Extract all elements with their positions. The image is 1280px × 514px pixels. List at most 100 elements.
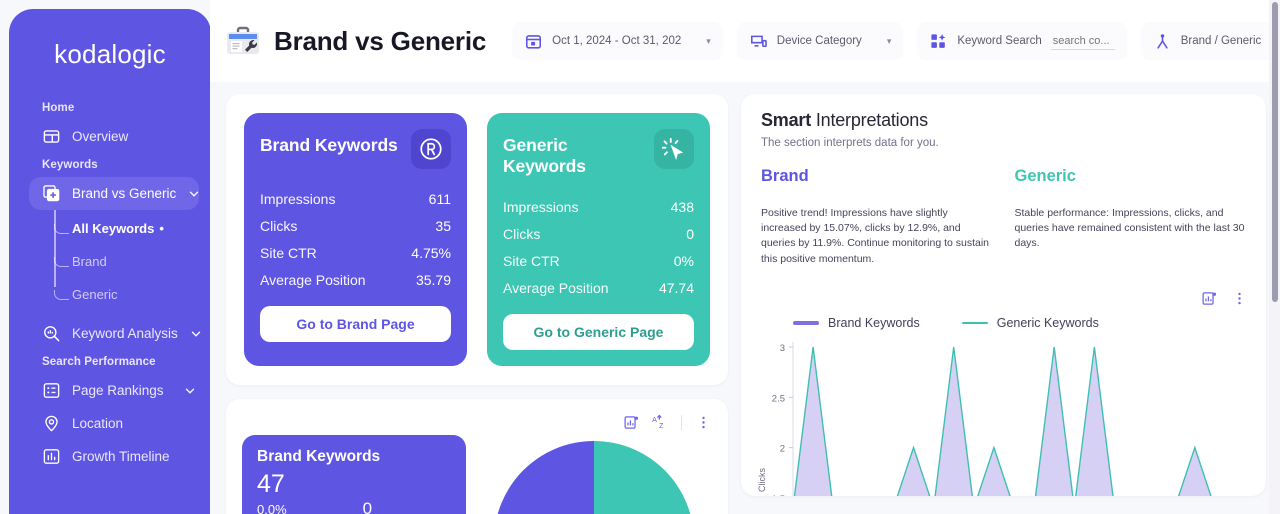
location-pin-icon	[42, 414, 61, 433]
metric-row: Average Position 47.74	[503, 274, 694, 301]
keyword-search-label: Keyword Search	[957, 35, 1042, 47]
vertical-scrollbar[interactable]	[1269, 0, 1280, 514]
search-input[interactable]	[1050, 32, 1115, 50]
brand-generic-icon	[42, 184, 61, 203]
metric-value: 35	[435, 217, 451, 234]
clicks-chart: Brand Keywords Generic Keywords 3 2.5 2 1.5…	[755, 316, 1250, 496]
svg-text:2.5: 2.5	[772, 393, 785, 404]
smart-columns: Brand Positive trend! Impressions have s…	[761, 167, 1246, 267]
toolbar-divider	[681, 414, 682, 430]
toolbox-icon	[224, 22, 262, 60]
metric-row: Impressions 438	[503, 193, 694, 220]
generic-keywords-card: Generic Keywords Impressions 438 Clicks …	[487, 113, 710, 366]
donut-chart-wrap: 31.3%	[476, 435, 712, 514]
smart-subtitle: The section interprets data for you.	[761, 137, 939, 149]
sidebar-item-keyword-analysis[interactable]: Keyword Analysis	[9, 317, 211, 350]
left-column: Brand Keywords Impressions 611 Clicks 35…	[226, 94, 728, 514]
sidebar-item-location[interactable]: Location	[9, 407, 211, 440]
device-icon	[749, 32, 768, 51]
chart-toggle-icon[interactable]	[1201, 290, 1218, 307]
device-category-label: Device Category	[776, 35, 862, 47]
legend-item-generic[interactable]: Generic Keywords	[961, 316, 1099, 330]
content-area: Brand Keywords Impressions 611 Clicks 35…	[210, 82, 1280, 514]
chart-toggle-icon[interactable]	[623, 414, 640, 431]
sidebar-item-label: Page Rankings	[72, 383, 164, 398]
smart-heading-generic: Generic	[1014, 167, 1076, 185]
sidebar-item-page-rankings[interactable]: Page Rankings	[9, 374, 211, 407]
sidebar-subitem-label: Generic	[72, 287, 118, 302]
metric-value: 4.75%	[411, 244, 451, 261]
app-logo: kodalogic	[54, 39, 166, 69]
date-range-filter[interactable]: Oct 1, 2024 - Oct 31, 202 ▾	[512, 22, 723, 60]
smart-interpretations-card: Smart Interpretations The section interp…	[741, 94, 1266, 496]
metric-value: 0	[686, 225, 694, 242]
sidebar-item-overview[interactable]: Overview	[9, 120, 211, 153]
sort-alpha-icon[interactable]: A Z	[651, 414, 668, 431]
keyword-search-filter[interactable]: Keyword Search	[917, 22, 1127, 60]
mini-kpi-secondary: 0	[362, 499, 373, 514]
keyword-analysis-icon	[42, 324, 61, 343]
brand-keywords-card: Brand Keywords Impressions 611 Clicks 35…	[244, 113, 467, 366]
chevron-down-icon[interactable]	[183, 384, 197, 398]
smart-title-bold: Smart	[761, 110, 812, 130]
top-bar: Brand vs Generic Oct 1, 2024 - Oct 31, 2…	[210, 0, 1280, 82]
card-title: Brand Keywords	[260, 135, 398, 155]
more-options-icon[interactable]	[695, 414, 712, 431]
sidebar-item-brand-vs-generic[interactable]: Brand vs Generic	[29, 177, 199, 210]
svg-text:3: 3	[780, 343, 785, 354]
brand-distribution-card: A Z Brand Keywords 47 0.0% 0	[226, 399, 728, 514]
sidebar-item-label: Brand vs Generic	[72, 186, 177, 201]
more-options-icon[interactable]	[1231, 290, 1248, 307]
card-toolbar: A Z	[242, 407, 712, 433]
device-category-filter[interactable]: Device Category ▾	[736, 22, 904, 60]
growth-timeline-icon	[42, 447, 61, 466]
cursor-click-icon	[654, 129, 694, 169]
chevron-down-icon[interactable]	[187, 187, 201, 201]
chevron-down-icon[interactable]: ▾	[706, 36, 711, 47]
metric-label: Impressions	[503, 198, 579, 215]
svg-text:Z: Z	[659, 422, 664, 430]
svg-text:A: A	[652, 415, 657, 423]
mini-kpi-title: Brand Keywords	[257, 448, 381, 465]
go-to-generic-page-button[interactable]: Go to Generic Page	[503, 314, 694, 350]
smart-heading-brand: Brand	[761, 167, 809, 185]
nav-section-keywords: Keywords	[42, 159, 98, 171]
smart-column-generic: Generic Stable performance: Impressions,…	[1015, 167, 1247, 267]
app-root: kodalogic Home Overview Keywords Brand v…	[0, 0, 1280, 514]
sidebar-subitem-brand[interactable]: Brand	[56, 245, 211, 278]
sidebar-subitem-label: All Keywords	[72, 221, 155, 236]
donut-chart: 31.3%	[494, 441, 694, 514]
mini-kpi-brand-keywords: Brand Keywords 47 0.0% 0	[242, 435, 466, 514]
page-rankings-icon	[42, 381, 61, 400]
main-area: Brand vs Generic Oct 1, 2024 - Oct 31, 2…	[210, 0, 1280, 514]
chevron-down-icon[interactable]	[189, 327, 203, 341]
sidebar-subitem-all-keywords[interactable]: All Keywords •	[56, 212, 211, 245]
metric-row: Impressions 611	[260, 185, 451, 212]
svg-text:Clicks: Clicks	[757, 468, 767, 492]
metric-row: Clicks 0	[503, 220, 694, 247]
chevron-down-icon[interactable]: ▾	[887, 36, 892, 47]
brand-generic-filter[interactable]: Brand / Generic ▾	[1140, 22, 1280, 60]
metric-row: Clicks 35	[260, 212, 451, 239]
sidebar-subtree: All Keywords • Brand Generic	[9, 210, 211, 311]
nav-section-search-performance: Search Performance	[42, 356, 156, 368]
page-title: Brand vs Generic	[274, 25, 487, 56]
legend-item-brand[interactable]: Brand Keywords	[793, 316, 920, 330]
grid-icon	[929, 32, 948, 51]
sidebar-subitem-label: Brand	[72, 254, 107, 269]
metric-value: 0%	[673, 252, 694, 269]
metric-label: Impressions	[260, 190, 336, 207]
date-range-label: Oct 1, 2024 - Oct 31, 202	[552, 35, 682, 47]
sidebar-subitem-generic[interactable]: Generic	[56, 278, 211, 311]
sidebar-item-growth-timeline[interactable]: Growth Timeline	[9, 440, 211, 473]
metric-label: Clicks	[503, 225, 541, 242]
filter-bar: Oct 1, 2024 - Oct 31, 202 ▾ Device Categ…	[512, 22, 1280, 60]
go-to-brand-page-button[interactable]: Go to Brand Page	[260, 306, 451, 342]
mini-kpi-value: 47	[257, 470, 285, 498]
metric-value: 611	[428, 190, 451, 207]
metric-label: Site CTR	[503, 252, 560, 269]
scrollbar-thumb[interactable]	[1272, 2, 1278, 302]
overview-icon	[42, 127, 61, 146]
sidebar-item-label: Growth Timeline	[72, 449, 170, 464]
svg-text:1.5: 1.5	[772, 494, 785, 496]
